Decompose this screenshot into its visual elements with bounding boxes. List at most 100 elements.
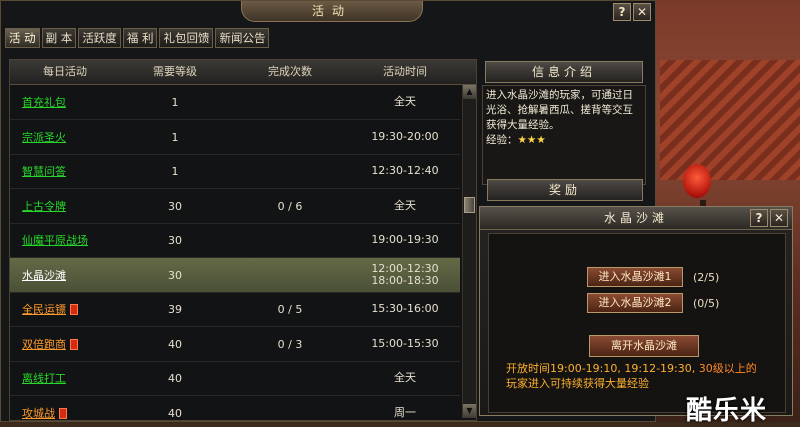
- required-level-cell: 1: [171, 130, 179, 144]
- enter-beach-1-count: (2/5): [693, 271, 720, 284]
- help-button[interactable]: ?: [613, 3, 631, 21]
- close-button[interactable]: ✕: [633, 3, 651, 21]
- activity-name-text: 仙魔平原战场: [22, 234, 88, 247]
- scroll-up-icon[interactable]: ▲: [463, 85, 476, 99]
- required-level-cell: 40: [168, 406, 182, 420]
- lantern-icon: [683, 164, 711, 198]
- table-row[interactable]: 上古令牌 30 0 / 6 全天: [10, 189, 460, 224]
- activity-time-cell: 19:00-19:30: [350, 223, 460, 257]
- activity-time-line: 全天: [394, 371, 416, 384]
- required-level-cell: 40: [168, 371, 182, 385]
- completion-count-cell: [230, 120, 350, 154]
- open-time-benefit: 玩家进入可持续获得大量经验: [506, 377, 649, 390]
- completion-count-cell: [230, 258, 350, 292]
- activity-time-line: 19:30-20:00: [371, 130, 439, 143]
- table-row[interactable]: 双倍跑商 40 0 / 3 15:00-15:30: [10, 327, 460, 362]
- activity-time-line: 15:30-16:00: [371, 302, 439, 315]
- activity-time-line: 全天: [394, 95, 416, 108]
- activity-name-text: 攻城战: [22, 407, 55, 420]
- table-row[interactable]: 全民运镖 39 0 / 5 15:30-16:00: [10, 292, 460, 327]
- table-row[interactable]: 宗派圣火 1 19:30-20:00: [10, 120, 460, 155]
- tab-news[interactable]: 新闻公告: [215, 28, 270, 48]
- activity-time-cell: 12:30-12:40: [350, 154, 460, 188]
- table-row[interactable]: 离线打工 40 全天: [10, 361, 460, 396]
- header-activity-time: 活动时间: [383, 65, 427, 78]
- completion-count-cell: [230, 223, 350, 257]
- table-row[interactable]: 智慧问答 1 12:30-12:40: [10, 154, 460, 189]
- tab-gift-feedback[interactable]: 礼包回馈: [159, 28, 214, 48]
- crystal-beach-popup: 水晶沙滩 ? ✕ 进入水晶沙滩1 (2/5) 进入水晶沙滩2 (0/5) 离开水…: [479, 206, 793, 416]
- activity-time-line: 18:00-18:30: [371, 274, 439, 287]
- leave-beach-button[interactable]: 离开水晶沙滩: [589, 335, 699, 357]
- completion-count-cell: 0 / 6: [277, 199, 303, 213]
- activity-time-cell: 周一: [350, 396, 460, 420]
- table-scrollbar[interactable]: ▲ ▼: [462, 85, 476, 418]
- popup-open-time-info: 开放时间19:00-19:10, 19:12-19:30, 30级以上的玩家进入…: [506, 361, 766, 391]
- completion-count-cell: [230, 361, 350, 395]
- completion-count-cell: 0 / 3: [277, 337, 303, 351]
- tab-bar: 活 动 副 本 活跃度 福 利 礼包回馈 新闻公告: [5, 28, 270, 48]
- activity-time-cell: 全天: [350, 361, 460, 395]
- activity-name-text: 离线打工: [22, 372, 66, 385]
- header-completion-count: 完成次数: [268, 65, 312, 78]
- red-envelope-icon: [59, 407, 67, 419]
- info-panel-title: 信息介绍: [485, 61, 643, 83]
- table-row[interactable]: 水晶沙滩 30 12:00-12:30 18:00-18:30: [10, 258, 460, 293]
- activity-time-line: 全天: [394, 199, 416, 212]
- exp-stars: ★★★: [517, 134, 546, 146]
- table-row[interactable]: 仙魔平原战场 30 19:00-19:30: [10, 223, 460, 258]
- required-level-cell: 30: [168, 233, 182, 247]
- tab-dungeon[interactable]: 副 本: [41, 28, 77, 48]
- activity-time-line: 19:00-19:30: [371, 233, 439, 246]
- table-row[interactable]: 攻城战 40 周一: [10, 396, 460, 421]
- reward-panel-title-text: 奖励: [548, 183, 581, 197]
- required-level-cell: 40: [168, 337, 182, 351]
- activity-name-text: 宗派圣火: [22, 131, 66, 144]
- required-level-cell: 30: [168, 199, 182, 213]
- activity-time-line: 15:00-15:30: [371, 337, 439, 350]
- info-text: 进入水晶沙滩的玩家，可通过日光浴、抢解暑西瓜、搓背等交互获得大量经验。: [486, 89, 633, 131]
- open-time-level-requirement: 30级以上的: [698, 362, 757, 375]
- header-required-level: 需要等级: [153, 65, 197, 78]
- watermark-logo: 酷乐米: [686, 396, 768, 426]
- popup-help-button[interactable]: ?: [750, 209, 768, 227]
- info-panel: 进入水晶沙滩的玩家，可通过日光浴、抢解暑西瓜、搓背等交互获得大量经验。 经验：★…: [482, 85, 646, 185]
- activity-time-cell: 19:30-20:00: [350, 120, 460, 154]
- required-level-cell: 39: [168, 302, 182, 316]
- exp-label: 经验：: [486, 134, 518, 146]
- enter-beach-2-button[interactable]: 进入水晶沙滩2: [587, 293, 683, 313]
- red-envelope-icon: [70, 338, 78, 350]
- table-header: 每日活动 需要等级 完成次数 活动时间: [10, 60, 476, 85]
- completion-count-cell: [230, 396, 350, 420]
- activity-name-text: 智慧问答: [22, 165, 66, 178]
- activity-name-text: 上古令牌: [22, 200, 66, 213]
- enter-beach-1-button[interactable]: 进入水晶沙滩1: [587, 267, 683, 287]
- activity-time-cell: 全天: [350, 189, 460, 223]
- activity-table: 每日活动 需要等级 完成次数 活动时间 首充礼包 1 全天 宗派圣火 1 19:30-20…: [9, 59, 477, 421]
- open-time-text: 开放时间19:00-19:10, 19:12-19:30,: [506, 362, 699, 375]
- activity-time-cell: 15:30-16:00: [350, 292, 460, 326]
- tab-welfare[interactable]: 福 利: [122, 28, 158, 48]
- required-level-cell: 30: [168, 268, 182, 282]
- scenery-roof: [660, 60, 800, 180]
- tab-liveness[interactable]: 活跃度: [78, 28, 121, 48]
- required-level-cell: 1: [171, 164, 179, 178]
- activity-name-text: 首充礼包: [22, 96, 66, 109]
- completion-count-cell: [230, 154, 350, 188]
- red-envelope-icon: [70, 303, 78, 315]
- activity-name-text: 全民运镖: [22, 303, 66, 316]
- scroll-thumb[interactable]: [464, 197, 475, 213]
- reward-panel-title: 奖励: [487, 179, 643, 201]
- enter-beach-2-count: (0/5): [693, 297, 720, 310]
- activity-time-cell: 12:00-12:30 18:00-18:30: [350, 258, 460, 292]
- popup-title: 水晶沙滩: [480, 207, 792, 230]
- scroll-down-icon[interactable]: ▼: [463, 404, 476, 418]
- completion-count-cell: [230, 85, 350, 119]
- activity-time-cell: 15:00-15:30: [350, 327, 460, 361]
- tab-activity[interactable]: 活 动: [5, 28, 40, 48]
- popup-close-button[interactable]: ✕: [770, 209, 788, 227]
- header-daily-activity: 每日活动: [43, 65, 87, 78]
- table-row[interactable]: 首充礼包 1 全天: [10, 85, 460, 120]
- window-title: 活动: [241, 1, 423, 22]
- activity-time-line: 周一: [394, 406, 416, 419]
